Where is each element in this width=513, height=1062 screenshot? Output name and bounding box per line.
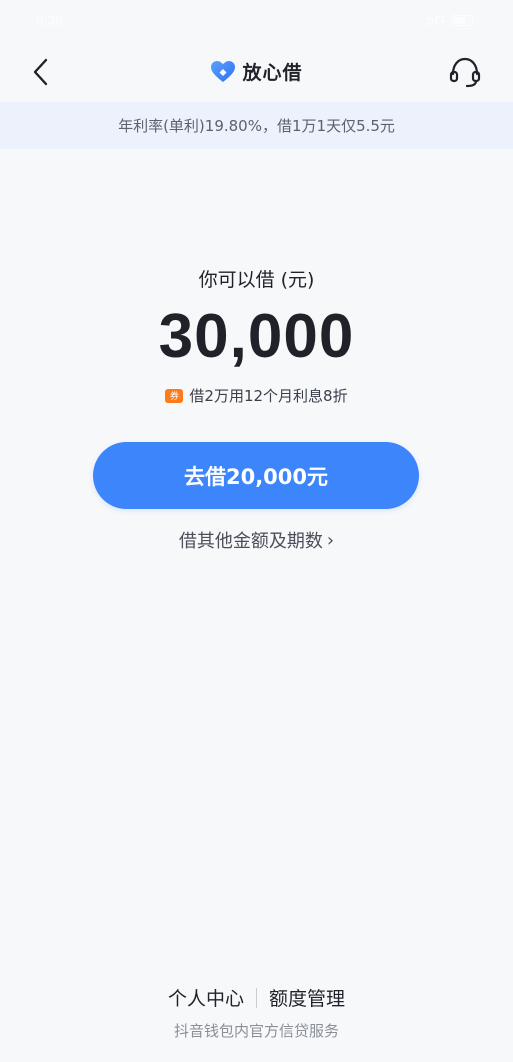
borrow-amount-value: 30,000	[158, 302, 355, 371]
brand: 放心借	[0, 58, 513, 85]
status-time: 8:36	[36, 12, 64, 28]
nav-bar: 放心借	[0, 42, 513, 102]
coupon-icon: 券	[165, 388, 184, 403]
status-bar: 8:36 5G	[0, 0, 513, 42]
status-indicators: 5G	[426, 12, 473, 28]
promo-line: 券 借2万用12个月利息8折	[0, 385, 513, 406]
page-title: 放心借	[242, 62, 303, 84]
interest-rate-banner: 年利率(单利)19.80%，借1万1天仅5.5元	[0, 102, 513, 149]
heart-logo-icon	[211, 60, 236, 82]
battery-icon	[451, 14, 473, 26]
other-amount-link[interactable]: 借其他金额及期数 ›	[0, 527, 513, 553]
customer-service-button[interactable]	[447, 54, 483, 90]
headset-icon	[449, 57, 481, 88]
interest-rate-text: 年利率(单利)19.80%，借1万1天仅5.5元	[118, 117, 395, 135]
borrow-button[interactable]: 去借20,000元	[93, 442, 419, 509]
network-label: 5G	[426, 12, 445, 28]
quota-management-link[interactable]: 额度管理	[269, 984, 345, 1011]
other-amount-label: 借其他金额及期数	[178, 531, 323, 552]
promo-text: 借2万用12个月利息8折	[189, 387, 348, 405]
footer-links: 个人中心 额度管理	[0, 984, 513, 1011]
footer-note: 抖音钱包内官方信贷服务	[173, 1022, 339, 1040]
personal-center-link[interactable]: 个人中心	[168, 984, 244, 1011]
chevron-right-icon: ›	[326, 529, 335, 551]
borrow-amount-label: 你可以借 (元)	[198, 269, 315, 291]
footer-divider	[256, 987, 257, 1008]
